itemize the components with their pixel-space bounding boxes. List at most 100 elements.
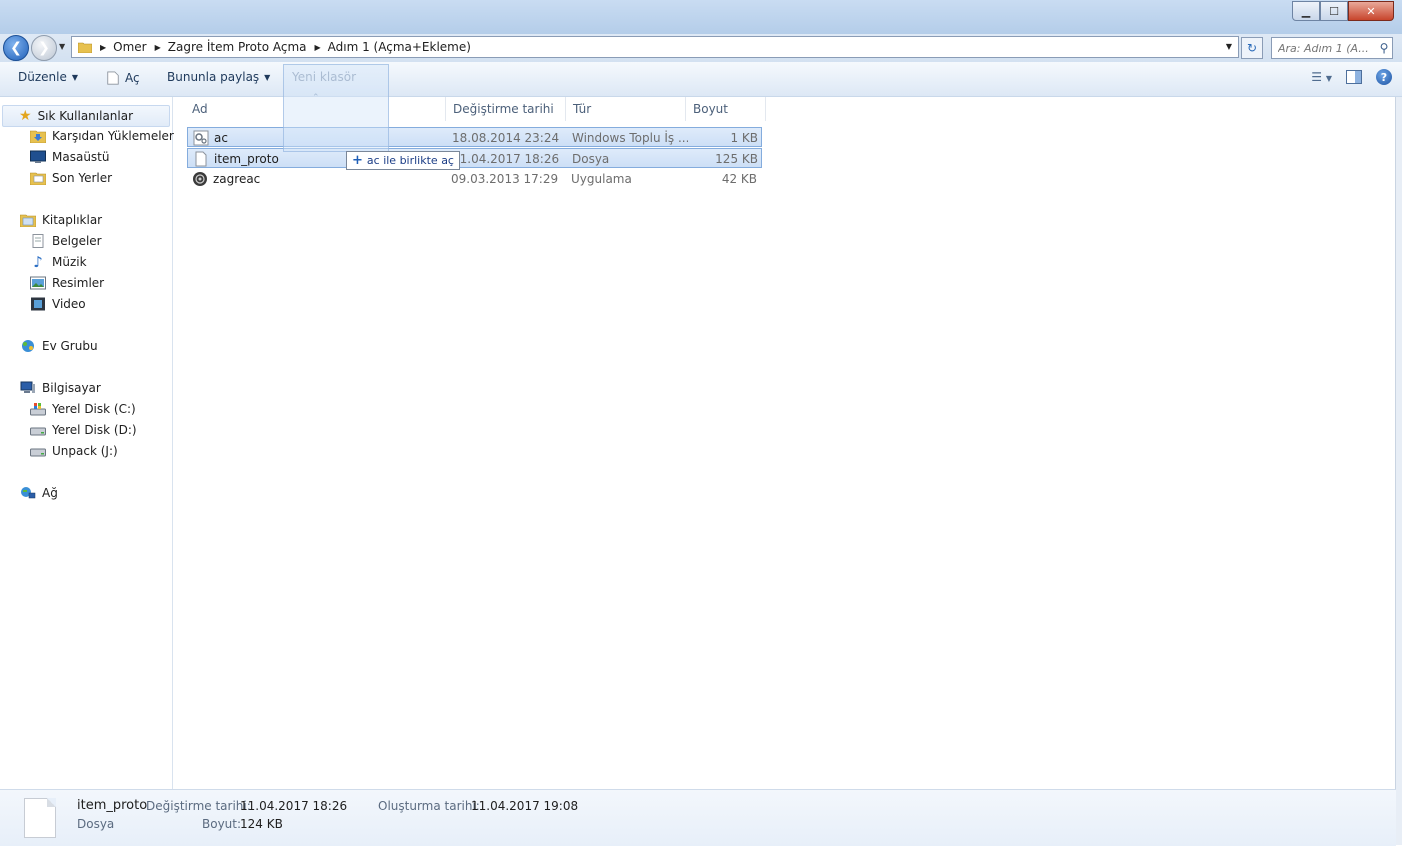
- search-box[interactable]: ⚲: [1271, 37, 1393, 59]
- drag-tooltip-text: ac ile birlikte aç: [366, 154, 454, 167]
- breadcrumb-omer[interactable]: Omer: [109, 37, 150, 57]
- sidebar-item-label: Masaüstü: [52, 150, 110, 164]
- file-row[interactable]: item_proto 11.04.2017 18:26 Dosya 125 KB: [187, 148, 762, 168]
- open-button[interactable]: Aç: [106, 70, 140, 86]
- system-drive-icon: [30, 403, 46, 416]
- open-label: Aç: [125, 71, 140, 85]
- organize-menu[interactable]: Düzenle ▼: [18, 70, 78, 84]
- file-row[interactable]: ac 18.08.2014 23:24 Windows Toplu İş ...…: [187, 127, 762, 147]
- sidebar-item-label: Yerel Disk (C:): [52, 402, 136, 416]
- share-label: Bununla paylaş: [167, 70, 260, 84]
- sidebar-item-documents[interactable]: Belgeler: [30, 231, 102, 251]
- sidebar-item-unpack-j[interactable]: Unpack (J:): [30, 441, 118, 461]
- search-input[interactable]: [1272, 40, 1376, 56]
- details-size-label: Boyut:: [202, 817, 242, 831]
- downloads-folder-icon: [30, 130, 46, 143]
- file-size: 1 KB: [730, 131, 758, 145]
- sidebar-item-label: Unpack (J:): [52, 444, 118, 458]
- file-name: item_proto: [214, 152, 279, 166]
- blank-file-icon: [195, 151, 207, 167]
- sidebar-item-disk-d[interactable]: Yerel Disk (D:): [30, 420, 137, 440]
- sidebar-item-label: Ağ: [42, 486, 58, 500]
- title-bar: ▁ ☐ ✕: [0, 0, 1402, 34]
- video-icon: [31, 297, 45, 311]
- file-size: 125 KB: [715, 152, 758, 166]
- sidebar-network[interactable]: Ağ: [20, 483, 58, 503]
- details-size-value: 124 KB: [240, 817, 283, 831]
- preview-pane-icon[interactable]: [1346, 70, 1362, 84]
- sidebar-item-music[interactable]: ♪ Müzik: [30, 252, 87, 272]
- sidebar-item-disk-c[interactable]: Yerel Disk (C:): [30, 399, 136, 419]
- details-file-type: Dosya: [77, 817, 115, 831]
- hard-drive-icon: [30, 427, 46, 436]
- drag-preview: [283, 64, 389, 152]
- organize-label: Düzenle: [18, 70, 67, 84]
- drag-tooltip: + ac ile birlikte aç: [346, 151, 460, 170]
- command-bar: Düzenle ▼ Aç Bununla paylaş ▼ Yeni klasö…: [0, 62, 1402, 97]
- file-type: Windows Toplu İş ...: [572, 131, 688, 145]
- view-options-icon[interactable]: ☰ ▼: [1311, 70, 1332, 84]
- desktop-icon: [30, 150, 46, 163]
- file-modified: 09.03.2013 17:29: [451, 172, 559, 186]
- sidebar-item-label: Sık Kullanılanlar: [37, 109, 134, 123]
- file-name-cell: zagreac: [192, 169, 442, 189]
- column-header-size[interactable]: Boyut: [686, 97, 766, 121]
- breadcrumb-adim1[interactable]: Adım 1 (Açma+Ekleme): [324, 37, 475, 57]
- sidebar-homegroup[interactable]: Ev Grubu: [20, 336, 98, 356]
- file-name: zagreac: [213, 172, 261, 186]
- breadcrumb-separator[interactable]: ▶: [311, 43, 324, 52]
- sidebar-item-label: Yerel Disk (D:): [52, 423, 137, 437]
- share-menu[interactable]: Bununla paylaş ▼: [167, 70, 270, 84]
- maximize-button[interactable]: ☐: [1320, 1, 1348, 21]
- refresh-button[interactable]: ↻: [1241, 37, 1263, 59]
- sidebar-item-label: Kitaplıklar: [42, 213, 103, 227]
- recent-places-icon: [30, 172, 46, 185]
- minimize-button[interactable]: ▁: [1292, 1, 1320, 21]
- plus-icon: +: [352, 153, 363, 168]
- sidebar-item-desktop[interactable]: Masaüstü: [30, 147, 109, 167]
- breadcrumb-separator[interactable]: ▶: [96, 43, 109, 52]
- sidebar-item-pictures[interactable]: Resimler: [30, 273, 104, 293]
- breadcrumb-zagre[interactable]: Zagre İtem Proto Açma: [164, 37, 311, 57]
- details-created-label: Oluşturma tarihi:: [378, 799, 480, 813]
- sidebar-item-label: Son Yerler: [52, 171, 113, 185]
- details-file-name: item_proto: [77, 798, 148, 813]
- sidebar-item-label: Müzik: [52, 255, 87, 269]
- file-name: ac: [214, 131, 228, 145]
- view-controls: ☰ ▼ ?: [1311, 69, 1392, 85]
- column-header-type[interactable]: Tür: [566, 97, 686, 121]
- details-pane: item_proto Dosya Değiştirme tarihi: 11.0…: [0, 789, 1396, 846]
- batch-file-icon: [193, 130, 209, 146]
- sidebar-item-downloads[interactable]: Karşıdan Yüklemeler: [30, 126, 174, 146]
- sidebar-computer[interactable]: Bilgisayar: [20, 378, 101, 398]
- sidebar-item-label: Karşıdan Yüklemeler: [52, 129, 174, 143]
- address-history-dropdown[interactable]: ▼: [1226, 42, 1232, 51]
- sidebar-item-label: Belgeler: [52, 234, 102, 248]
- details-modified-label: Değiştirme tarihi:: [146, 799, 251, 813]
- sidebar-item-recent[interactable]: Son Yerler: [30, 168, 112, 188]
- sidebar-item-label: Ev Grubu: [42, 339, 98, 353]
- window-border: [1395, 97, 1402, 845]
- homegroup-icon: [22, 340, 34, 352]
- file-row[interactable]: zagreac 09.03.2013 17:29 Uygulama 42 KB: [187, 169, 762, 189]
- hard-drive-icon: [30, 448, 46, 457]
- address-bar[interactable]: ▶ Omer ▶ Zagre İtem Proto Açma ▶ Adım 1 …: [71, 36, 1239, 58]
- help-icon[interactable]: ?: [1376, 69, 1392, 85]
- chevron-down-icon: ▼: [71, 72, 79, 82]
- file-type: Uygulama: [571, 172, 632, 186]
- forward-button[interactable]: ❯: [31, 35, 57, 61]
- file-size: 42 KB: [721, 172, 757, 186]
- search-icon[interactable]: ⚲: [1376, 41, 1392, 55]
- back-button[interactable]: ❮: [3, 35, 29, 61]
- document-icon: [107, 71, 119, 85]
- address-row: ❮ ❯ ▼ ▶ Omer ▶ Zagre İtem Proto Açma ▶ A…: [0, 34, 1402, 62]
- sidebar-libraries[interactable]: Kitaplıklar: [20, 210, 102, 230]
- close-button[interactable]: ✕: [1348, 1, 1394, 21]
- breadcrumb-separator[interactable]: ▶: [151, 43, 164, 52]
- details-modified-value: 11.04.2017 18:26: [240, 799, 348, 813]
- sidebar-favorites[interactable]: ★ Sık Kullanılanlar: [2, 105, 170, 127]
- sidebar-item-videos[interactable]: Video: [30, 294, 86, 314]
- column-header-modified[interactable]: Değiştirme tarihi: [446, 97, 566, 121]
- recent-pages-dropdown[interactable]: ▼: [59, 42, 65, 51]
- navigation-pane: ★ Sık Kullanılanlar Karşıdan Yüklemeler …: [0, 97, 174, 789]
